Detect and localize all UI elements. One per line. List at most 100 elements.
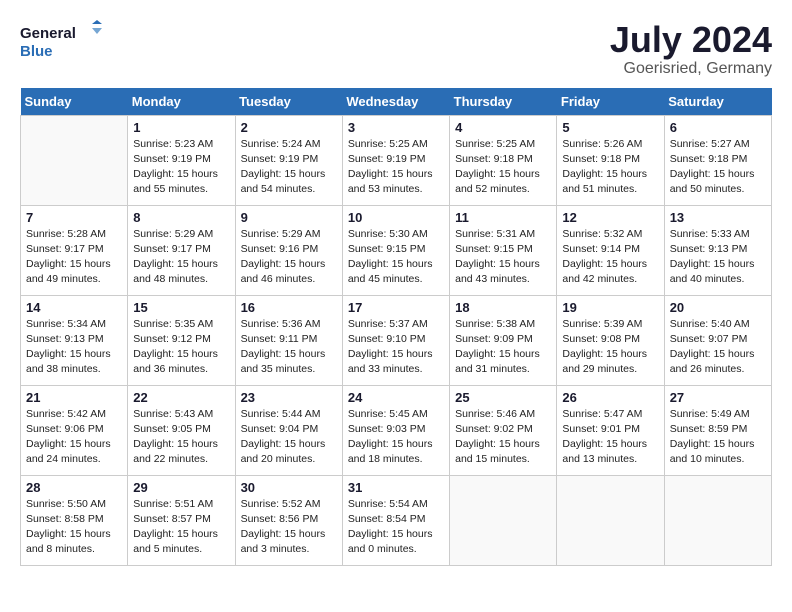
calendar-cell: 1 Sunrise: 5:23 AM Sunset: 9:19 PM Daylig… <box>128 115 235 205</box>
month-year: July 2024 <box>610 20 772 60</box>
day-info: Sunrise: 5:36 AM Sunset: 9:11 PM Dayligh… <box>241 317 337 378</box>
calendar-cell: 10 Sunrise: 5:30 AM Sunset: 9:15 PM Dayli… <box>342 205 449 295</box>
day-number: 20 <box>670 300 766 315</box>
calendar-cell: 18 Sunrise: 5:38 AM Sunset: 9:09 PM Dayli… <box>450 295 557 385</box>
calendar-cell: 28 Sunrise: 5:50 AM Sunset: 8:58 PM Dayli… <box>21 475 128 565</box>
location: Goerisried, Germany <box>610 60 772 78</box>
day-number: 5 <box>562 120 658 135</box>
day-info: Sunrise: 5:30 AM Sunset: 9:15 PM Dayligh… <box>348 227 444 288</box>
logo: General Blue <box>20 20 110 65</box>
day-info: Sunrise: 5:44 AM Sunset: 9:04 PM Dayligh… <box>241 407 337 468</box>
day-number: 26 <box>562 390 658 405</box>
calendar-week-row: 28 Sunrise: 5:50 AM Sunset: 8:58 PM Dayli… <box>21 475 772 565</box>
day-number: 6 <box>670 120 766 135</box>
calendar-cell: 25 Sunrise: 5:46 AM Sunset: 9:02 PM Dayli… <box>450 385 557 475</box>
day-number: 24 <box>348 390 444 405</box>
day-info: Sunrise: 5:27 AM Sunset: 9:18 PM Dayligh… <box>670 137 766 198</box>
day-info: Sunrise: 5:38 AM Sunset: 9:09 PM Dayligh… <box>455 317 551 378</box>
calendar-week-row: 1 Sunrise: 5:23 AM Sunset: 9:19 PM Daylig… <box>21 115 772 205</box>
calendar-cell: 24Sunrise: 5:45 AM Sunset: 9:03 PM Dayli… <box>342 385 449 475</box>
day-info: Sunrise: 5:39 AM Sunset: 9:08 PM Dayligh… <box>562 317 658 378</box>
day-number: 27 <box>670 390 766 405</box>
calendar-body: 1 Sunrise: 5:23 AM Sunset: 9:19 PM Daylig… <box>21 115 772 565</box>
day-number: 12 <box>562 210 658 225</box>
day-info: Sunrise: 5:47 AM Sunset: 9:01 PM Dayligh… <box>562 407 658 468</box>
day-info: Sunrise: 5:33 AM Sunset: 9:13 PM Dayligh… <box>670 227 766 288</box>
day-number: 18 <box>455 300 551 315</box>
weekday-header-cell: Sunday <box>21 88 128 116</box>
calendar-cell: 12Sunrise: 5:32 AM Sunset: 9:14 PM Dayli… <box>557 205 664 295</box>
calendar-cell: 20Sunrise: 5:40 AM Sunset: 9:07 PM Dayli… <box>664 295 771 385</box>
day-number: 13 <box>670 210 766 225</box>
day-info: Sunrise: 5:46 AM Sunset: 9:02 PM Dayligh… <box>455 407 551 468</box>
day-number: 31 <box>348 480 444 495</box>
calendar-cell: 31 Sunrise: 5:54 AM Sunset: 8:54 PM Dayli… <box>342 475 449 565</box>
calendar-cell: 7 Sunrise: 5:28 AM Sunset: 9:17 PM Daylig… <box>21 205 128 295</box>
weekday-header-cell: Monday <box>128 88 235 116</box>
day-number: 3 <box>348 120 444 135</box>
svg-text:Blue: Blue <box>20 43 53 60</box>
day-info: Sunrise: 5:37 AM Sunset: 9:10 PM Dayligh… <box>348 317 444 378</box>
calendar-cell: 17Sunrise: 5:37 AM Sunset: 9:10 PM Dayli… <box>342 295 449 385</box>
day-number: 28 <box>26 480 122 495</box>
day-info: Sunrise: 5:25 AM Sunset: 9:19 PM Dayligh… <box>348 137 444 198</box>
day-number: 4 <box>455 120 551 135</box>
day-number: 1 <box>133 120 229 135</box>
calendar-week-row: 21 Sunrise: 5:42 AM Sunset: 9:06 PM Dayli… <box>21 385 772 475</box>
logo-svg: General Blue <box>20 20 110 65</box>
day-info: Sunrise: 5:49 AM Sunset: 8:59 PM Dayligh… <box>670 407 766 468</box>
day-info: Sunrise: 5:24 AM Sunset: 9:19 PM Dayligh… <box>241 137 337 198</box>
day-number: 23 <box>241 390 337 405</box>
day-number: 22 <box>133 390 229 405</box>
weekday-header-cell: Friday <box>557 88 664 116</box>
day-info: Sunrise: 5:54 AM Sunset: 8:54 PM Dayligh… <box>348 497 444 558</box>
calendar-cell <box>557 475 664 565</box>
day-number: 30 <box>241 480 337 495</box>
calendar-cell: 21 Sunrise: 5:42 AM Sunset: 9:06 PM Dayli… <box>21 385 128 475</box>
calendar-week-row: 7 Sunrise: 5:28 AM Sunset: 9:17 PM Daylig… <box>21 205 772 295</box>
day-info: Sunrise: 5:50 AM Sunset: 8:58 PM Dayligh… <box>26 497 122 558</box>
day-number: 25 <box>455 390 551 405</box>
day-info: Sunrise: 5:28 AM Sunset: 9:17 PM Dayligh… <box>26 227 122 288</box>
calendar-cell: 11Sunrise: 5:31 AM Sunset: 9:15 PM Dayli… <box>450 205 557 295</box>
calendar-cell: 3 Sunrise: 5:25 AM Sunset: 9:19 PM Daylig… <box>342 115 449 205</box>
calendar-cell: 30 Sunrise: 5:52 AM Sunset: 8:56 PM Dayli… <box>235 475 342 565</box>
day-info: Sunrise: 5:43 AM Sunset: 9:05 PM Dayligh… <box>133 407 229 468</box>
calendar-cell: 16Sunrise: 5:36 AM Sunset: 9:11 PM Dayli… <box>235 295 342 385</box>
day-number: 7 <box>26 210 122 225</box>
day-number: 2 <box>241 120 337 135</box>
calendar-cell: 4 Sunrise: 5:25 AM Sunset: 9:18 PM Daylig… <box>450 115 557 205</box>
calendar-cell: 5 Sunrise: 5:26 AM Sunset: 9:18 PM Daylig… <box>557 115 664 205</box>
day-info: Sunrise: 5:31 AM Sunset: 9:15 PM Dayligh… <box>455 227 551 288</box>
weekday-header-cell: Saturday <box>664 88 771 116</box>
day-number: 10 <box>348 210 444 225</box>
day-info: Sunrise: 5:25 AM Sunset: 9:18 PM Dayligh… <box>455 137 551 198</box>
svg-text:General: General <box>20 25 76 42</box>
calendar-cell: 29 Sunrise: 5:51 AM Sunset: 8:57 PM Dayli… <box>128 475 235 565</box>
day-number: 19 <box>562 300 658 315</box>
day-info: Sunrise: 5:26 AM Sunset: 9:18 PM Dayligh… <box>562 137 658 198</box>
calendar-cell <box>450 475 557 565</box>
calendar-cell: 15 Sunrise: 5:35 AM Sunset: 9:12 PM Dayli… <box>128 295 235 385</box>
day-number: 21 <box>26 390 122 405</box>
calendar-cell: 9Sunrise: 5:29 AM Sunset: 9:16 PM Daylig… <box>235 205 342 295</box>
weekday-header-row: SundayMondayTuesdayWednesdayThursdayFrid… <box>21 88 772 116</box>
day-number: 9 <box>241 210 337 225</box>
calendar-cell <box>21 115 128 205</box>
day-info: Sunrise: 5:52 AM Sunset: 8:56 PM Dayligh… <box>241 497 337 558</box>
calendar-cell <box>664 475 771 565</box>
calendar-cell: 6 Sunrise: 5:27 AM Sunset: 9:18 PM Daylig… <box>664 115 771 205</box>
day-info: Sunrise: 5:42 AM Sunset: 9:06 PM Dayligh… <box>26 407 122 468</box>
calendar-cell: 13 Sunrise: 5:33 AM Sunset: 9:13 PM Dayli… <box>664 205 771 295</box>
title-block: July 2024 Goerisried, Germany <box>610 20 772 78</box>
day-number: 8 <box>133 210 229 225</box>
day-number: 15 <box>133 300 229 315</box>
day-number: 14 <box>26 300 122 315</box>
day-info: Sunrise: 5:35 AM Sunset: 9:12 PM Dayligh… <box>133 317 229 378</box>
calendar-cell: 2 Sunrise: 5:24 AM Sunset: 9:19 PM Daylig… <box>235 115 342 205</box>
day-info: Sunrise: 5:23 AM Sunset: 9:19 PM Dayligh… <box>133 137 229 198</box>
weekday-header-cell: Wednesday <box>342 88 449 116</box>
weekday-header-cell: Thursday <box>450 88 557 116</box>
day-number: 29 <box>133 480 229 495</box>
day-info: Sunrise: 5:51 AM Sunset: 8:57 PM Dayligh… <box>133 497 229 558</box>
